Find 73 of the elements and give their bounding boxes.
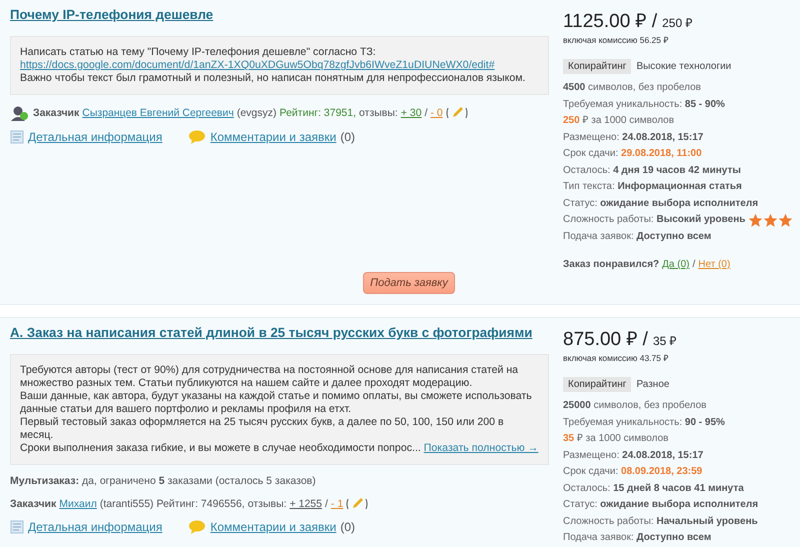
positive-reviews-link[interactable]: + 30 <box>400 107 422 119</box>
liked-question: Заказ понравился? <box>563 259 660 270</box>
pencil-icon <box>346 497 368 511</box>
spec-line: Осталось: 15 дней 8 часов 41 минута <box>563 482 745 496</box>
spec-line: Размещено: 24.08.2018, 15:17 <box>563 130 704 144</box>
customer-login: (evgsyz) <box>236 107 277 119</box>
customer-label: Заказчик <box>10 498 56 510</box>
spec-line: Сложность работы: Начальный уровень <box>563 514 759 528</box>
spec-line: 25000 символов, без пробелов <box>563 399 708 413</box>
comments-link[interactable]: Комментарии и заявки <box>210 520 336 534</box>
order-title[interactable]: А. Заказ на написания статей длиной в 25 тысяч русских букв с фотографиями <box>10 324 532 342</box>
star-icon <box>778 212 794 228</box>
reviews-label: отзывы: <box>359 107 398 119</box>
document-icon <box>10 130 24 144</box>
details-link[interactable]: Детальная информация <box>28 130 162 144</box>
category-tag: Копирайтинг <box>563 59 632 74</box>
commission-note: включая комиссию 43.75 ₽ <box>563 352 670 363</box>
comments-link[interactable]: Комментарии и заявки <box>210 130 336 144</box>
negative-reviews-link[interactable]: - 1 <box>330 498 344 510</box>
commission-note: включая комиссию 56.25 ₽ <box>563 34 670 45</box>
spec-line: Осталось: 4 дня 19 часов 42 минуты <box>563 164 742 178</box>
spec-line: Тип текста: Информационная статья <box>563 180 743 194</box>
category-tag: Копирайтинг <box>563 377 632 392</box>
spec-line: Подача заявок: Доступно всем <box>563 531 712 545</box>
spec-line: Размещено: 24.08.2018, 15:17 <box>563 448 704 462</box>
order-description: Написать статью на тему "Почему IP-телефония дешевле" согласно ТЗ: https://docs.google.com/document/d/1anZX-1XQ0uXDGuw5Obq78zgfJvb6IWveZ1uDIUNeWX0/edit# Важно чтобы текст был грамотный и полезный, но написан понятным для непрофессионалов языком. <box>10 36 549 95</box>
customer-rating: Рейтинг: 37951, <box>280 107 356 119</box>
customer-login: (taranti555) <box>100 498 154 510</box>
spec-line: Срок сдачи: 08.09.2018, 23:59 <box>563 465 704 479</box>
star-icon <box>748 212 764 228</box>
negative-reviews-link[interactable]: - 0 <box>430 107 443 119</box>
positive-reviews-link[interactable]: + 1255 <box>290 498 322 510</box>
slash-separator: / <box>692 259 696 270</box>
spec-line: Срок сдачи: 29.08.2018, 11:00 <box>563 147 703 161</box>
spec-line: Подача заявок: Доступно всем <box>563 230 712 244</box>
user-icon <box>10 105 30 121</box>
document-icon <box>10 520 24 534</box>
customer-name-link[interactable]: Сызранцев Евгений Сергеевич <box>82 107 234 119</box>
slash-separator: / <box>324 498 328 510</box>
reviews-label: отзывы: <box>248 498 287 510</box>
order-price: 1125.00 ₽ / <box>563 10 658 33</box>
spec-line: 250 ₽ за 1000 символов <box>563 114 676 128</box>
spec-line: Сложность работы: Высокий уровень <box>563 213 746 227</box>
slash-separator: / <box>424 107 428 119</box>
spec-line: Требуемая уникальность: 85 - 90% <box>563 98 726 112</box>
order-price: 875.00 ₽ / <box>563 328 648 351</box>
comments-count: (0) <box>340 130 355 144</box>
like-yes-link[interactable]: Да (0) <box>662 259 690 270</box>
spec-line: Требуемая уникальность: 90 - 95% <box>563 416 726 430</box>
comments-count: (0) <box>340 520 355 534</box>
document-link[interactable]: https://docs.google.com/document/d/1anZX-1XQ0uXDGuw5Obq78zgfJvb6IWveZ1uDIUNeWX0/edit# <box>20 59 495 71</box>
speech-bubble-icon <box>188 130 206 144</box>
show-more-link[interactable]: Показать полностью → <box>424 442 538 454</box>
spec-line: 35 ₽ за 1000 символов <box>563 432 670 446</box>
customer-name-link[interactable]: Михаил <box>59 498 97 510</box>
order-description: Требуются авторы (тест от 90%) для сотрудничества на постоянной основе для написания статей на множество разных тем. Статьи публикуются на нашем сайте и далее проходят модерацию. Ваши данные, как автора, будут указаны на каждой статье и помимо оплаты, вы сможете использовать данные статьи для вашего портфолио и рекламы профиля на етхт. Первый тестовый заказ оформляется на 25 тысяч русских букв, а далее по 50, 100, 150 или 200 в месяц. Сроки выполнения заказа гибкие, и вы можете в случае необходимости попрос... Показать полностью → <box>10 354 549 465</box>
speech-bubble-icon <box>188 520 206 534</box>
pencil-icon <box>446 106 468 120</box>
apply-button[interactable]: Подать заявку <box>363 272 455 294</box>
price-per-thousand: 35 ₽ <box>652 333 677 349</box>
spec-line: Статус: ожидание выбора исполнителя <box>563 498 760 512</box>
multi-order-info: Мультизаказ: да, ограничено 5 заказами (осталось 5 заказов) <box>10 475 316 487</box>
customer-label: Заказчик <box>33 107 80 119</box>
price-per-thousand: 250 ₽ <box>662 15 692 31</box>
star-icon <box>763 212 778 228</box>
like-no-link[interactable]: Нет (0) <box>698 259 730 270</box>
subcategory-label: Разное <box>636 379 670 390</box>
details-link[interactable]: Детальная информация <box>28 520 162 534</box>
order-title[interactable]: Почему IP-телефония дешевле <box>10 6 214 24</box>
subcategory-label: Высокие технологии <box>636 61 732 72</box>
spec-line: Статус: ожидание выбора исполнителя <box>563 196 760 210</box>
customer-rating: Рейтинг: 7496556, <box>156 498 245 510</box>
spec-line: 4500 символов, без пробелов <box>563 81 702 95</box>
